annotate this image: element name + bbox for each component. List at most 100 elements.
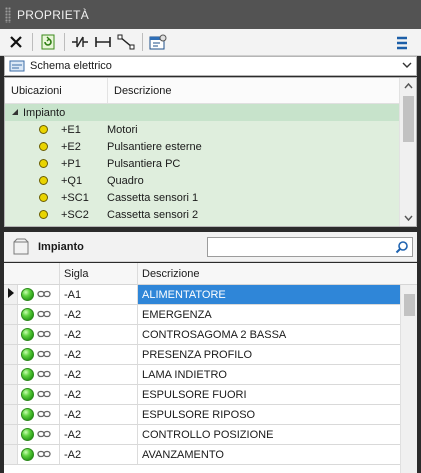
status-dot-icon <box>39 125 48 134</box>
column-header-ubicazioni[interactable]: Ubicazioni <box>5 78 108 103</box>
drawing-type-select[interactable]: Schema elettrico <box>4 56 417 76</box>
scrollbar-thumb[interactable] <box>404 294 415 316</box>
list-item[interactable]: +P1 Pulsantiera PC <box>5 155 400 172</box>
locations-scrollbar[interactable] <box>399 78 416 226</box>
table-row[interactable]: -A2 ESPULSORE RIPOSO <box>4 405 417 425</box>
descrizione-cell[interactable]: AVANZAMENTO <box>138 445 417 464</box>
title-bar: PROPRIETÀ <box>0 0 421 29</box>
descrizione-cell[interactable]: PRESENZA PROFILO <box>138 345 417 364</box>
sigla-cell[interactable]: -A2 <box>60 325 138 344</box>
descrizione-cell[interactable]: EMERGENZA <box>138 305 417 324</box>
table-row[interactable]: -A1 ALIMENTATORE <box>4 285 417 305</box>
panel-name: Impianto <box>38 240 84 253</box>
grip-handle-icon[interactable] <box>5 6 11 23</box>
scrollbar-thumb[interactable] <box>403 96 414 142</box>
scroll-down-arrow-icon[interactable] <box>404 213 413 222</box>
chevron-down-icon[interactable] <box>402 60 412 73</box>
link-chain-icon <box>37 429 51 441</box>
row-selector[interactable] <box>4 385 18 404</box>
status-ok-icon <box>21 348 34 361</box>
schema-icon <box>9 59 25 73</box>
status-cell <box>18 285 60 304</box>
descrizione-cell[interactable]: ESPULSORE RIPOSO <box>138 405 417 424</box>
sigla-cell[interactable]: -A2 <box>60 445 138 464</box>
refresh-icon[interactable] <box>38 32 58 52</box>
status-cell <box>18 405 60 424</box>
column-header-sigla[interactable]: Sigla <box>60 263 138 284</box>
row-selector[interactable] <box>4 365 18 384</box>
search-input[interactable] <box>207 237 413 257</box>
connection-icon[interactable] <box>116 32 136 52</box>
descrizione-cell[interactable]: LAMA INDIETRO <box>138 365 417 384</box>
sigla-cell[interactable]: -A2 <box>60 305 138 324</box>
menu-icon[interactable] <box>392 33 412 53</box>
list-item[interactable]: +SC1 Cassetta sensori 1 <box>5 189 400 206</box>
sigla-cell[interactable]: -A2 <box>60 345 138 364</box>
components-grid: Sigla Descrizione -A1 ALIMENTATORE -A2 EMER… <box>4 263 417 473</box>
location-code: +SC2 <box>61 208 89 221</box>
link-chain-icon <box>37 289 51 301</box>
status-cell <box>18 445 60 464</box>
descrizione-cell[interactable]: CONTROSAGOMA 2 BASSA <box>138 325 417 344</box>
locations-header: Ubicazioni Descrizione <box>5 78 416 104</box>
table-row[interactable]: -A2 ESPULSORE FUORI <box>4 385 417 405</box>
status-ok-icon <box>21 308 34 321</box>
component-icon[interactable] <box>70 32 90 52</box>
table-row[interactable]: -A2 EMERGENZA <box>4 305 417 325</box>
row-selector[interactable] <box>4 305 18 324</box>
column-header-descrizione[interactable]: Descrizione <box>138 263 417 284</box>
column-header-status[interactable] <box>4 263 60 284</box>
table-row[interactable]: -A2 CONTROSAGOMA 2 BASSA <box>4 325 417 345</box>
status-cell <box>18 385 60 404</box>
wire-icon[interactable] <box>93 32 113 52</box>
table-row[interactable]: -A2 PRESENZA PROFILO <box>4 345 417 365</box>
row-selector[interactable] <box>4 445 18 464</box>
toolbar-separator <box>64 33 65 51</box>
list-item[interactable]: +E1 Motori <box>5 121 400 138</box>
status-ok-icon <box>21 408 34 421</box>
root-label: Impianto <box>23 106 66 119</box>
row-selector[interactable] <box>4 425 18 444</box>
properties-sheet-icon[interactable] <box>148 32 168 52</box>
expand-triangle-icon[interactable] <box>11 107 21 119</box>
status-dot-icon <box>39 210 48 219</box>
link-chain-icon <box>37 369 51 381</box>
sigla-cell[interactable]: -A2 <box>60 405 138 424</box>
search-icon[interactable] <box>395 240 409 257</box>
descrizione-cell[interactable]: ALIMENTATORE <box>138 285 417 304</box>
sigla-cell[interactable]: -A2 <box>60 385 138 404</box>
location-desc: Pulsantiera PC <box>107 157 181 170</box>
panel-title: PROPRIETÀ <box>17 7 90 22</box>
table-row[interactable]: -A2 LAMA INDIETRO <box>4 365 417 385</box>
status-cell <box>18 365 60 384</box>
component-panel-header: Impianto <box>4 232 417 262</box>
status-ok-icon <box>21 448 34 461</box>
descrizione-cell[interactable]: CONTROLLO POSIZIONE <box>138 425 417 444</box>
row-selector[interactable] <box>4 325 18 344</box>
row-selector[interactable] <box>4 405 18 424</box>
list-item[interactable]: +Q1 Quadro <box>5 172 400 189</box>
sigla-cell[interactable]: -A2 <box>60 425 138 444</box>
status-dot-icon <box>39 159 48 168</box>
descrizione-cell[interactable]: ESPULSORE FUORI <box>138 385 417 404</box>
status-ok-icon <box>21 368 34 381</box>
table-row[interactable]: -A2 AVANZAMENTO <box>4 445 417 465</box>
status-ok-icon <box>21 328 34 341</box>
sigla-cell[interactable]: -A2 <box>60 365 138 384</box>
tree-node-root[interactable]: Impianto <box>5 104 400 121</box>
close-x-icon[interactable] <box>6 32 26 52</box>
grid-scrollbar[interactable] <box>400 285 417 473</box>
sigla-cell[interactable]: -A1 <box>60 285 138 304</box>
link-chain-icon <box>37 389 51 401</box>
link-chain-icon <box>37 449 51 461</box>
list-item[interactable]: +SC2 Cassetta sensori 2 <box>5 206 400 223</box>
locations-list: Impianto +E1 Motori +E2 Pulsantiere estern… <box>5 104 400 226</box>
table-row[interactable]: -A2 CONTROLLO POSIZIONE <box>4 425 417 445</box>
row-selector[interactable] <box>4 345 18 364</box>
list-item[interactable]: +E2 Pulsantiere esterne <box>5 138 400 155</box>
scroll-up-arrow-icon[interactable] <box>404 82 413 91</box>
row-selector[interactable] <box>4 285 18 304</box>
plant-icon <box>12 238 30 256</box>
toolbar-separator <box>142 33 143 51</box>
column-header-descrizione[interactable]: Descrizione <box>108 85 171 97</box>
